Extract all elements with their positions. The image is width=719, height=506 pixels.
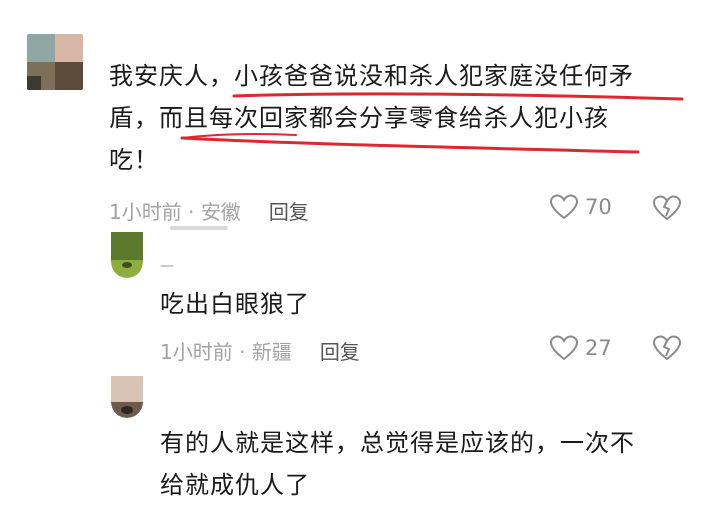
meta-separator: · (181, 200, 201, 224)
reply-button[interactable]: 回复 (269, 200, 309, 224)
comment-text-line: 我安庆人，小孩爸爸说没和杀人犯家庭没任何矛 (109, 62, 634, 90)
heart-outline-icon (549, 335, 579, 361)
like-button[interactable]: 27 (549, 334, 612, 362)
avatar[interactable] (111, 232, 143, 278)
dislike-button[interactable] (652, 194, 682, 226)
like-count: 70 (585, 195, 612, 219)
comment-time: 1小时前 (160, 340, 233, 364)
comment-text: 吃出白眼狼了 (160, 290, 310, 318)
like-button[interactable]: 70 (549, 193, 612, 221)
comment-time: 1小时前 (109, 200, 182, 224)
broken-heart-icon (652, 195, 682, 221)
like-count: 27 (585, 336, 612, 360)
broken-heart-icon (652, 335, 682, 361)
avatar[interactable] (27, 34, 83, 90)
comment-text: 有的人就是这样，总觉得是应该的，一次不 给就成仇人了 (160, 422, 635, 506)
comment-location: 安徽 (200, 200, 241, 224)
comment-meta: 1小时前 · 安徽 回复 (109, 196, 309, 225)
reply-button[interactable]: 回复 (320, 340, 360, 364)
avatar[interactable] (111, 376, 143, 418)
comment-text-line: 吃！ (109, 146, 159, 174)
comment-text-line: 有的人就是这样，总觉得是应该的，一次不 (160, 429, 635, 457)
blurred-text (170, 226, 228, 230)
comment-text-line: 盾，而且每次回家都会分享零食给杀人犯小孩 (109, 104, 609, 132)
heart-outline-icon (549, 194, 579, 220)
dislike-button[interactable] (652, 334, 682, 366)
comment-text: 我安庆人，小孩爸爸说没和杀人犯家庭没任何矛 盾，而且每次回家都会分享零食给杀人犯… (109, 55, 689, 181)
comment-location: 新疆 (251, 340, 292, 364)
comment-text-line: 给就成仇人了 (160, 471, 310, 499)
reply-author-name[interactable]: — (160, 258, 174, 274)
meta-separator: · (232, 340, 252, 364)
comment-meta: 1小时前 · 新疆 回复 (160, 336, 360, 365)
